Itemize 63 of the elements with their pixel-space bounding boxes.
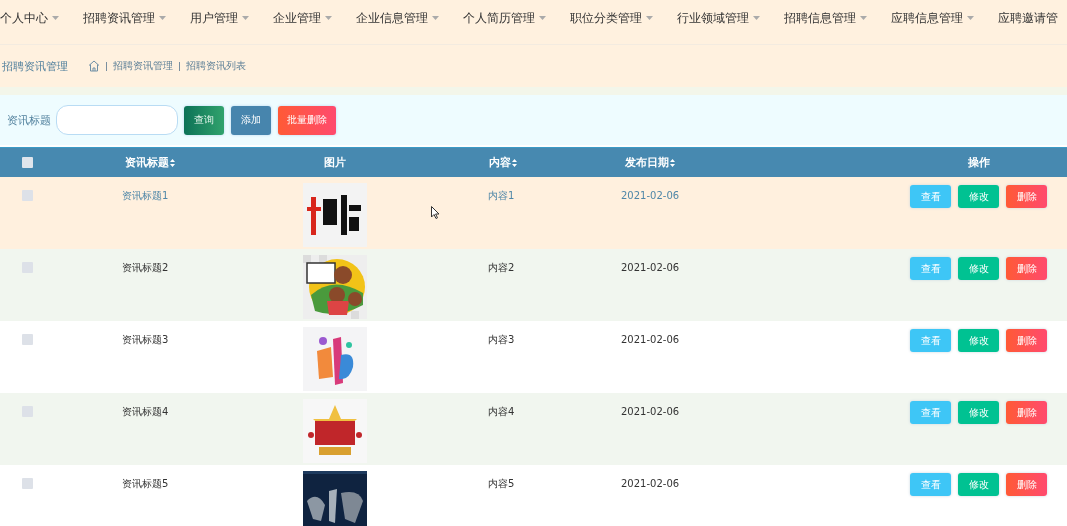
delete-button[interactable]: 删除	[1006, 473, 1047, 496]
table-cell: 内容4	[488, 406, 515, 417]
checkbox[interactable]	[22, 478, 33, 489]
edit-button[interactable]: 修改	[958, 329, 999, 352]
search-button[interactable]: 查询	[184, 105, 224, 135]
add-button[interactable]: 添加	[231, 105, 271, 135]
search-field[interactable]	[56, 105, 178, 135]
home-icon	[88, 60, 100, 72]
view-button[interactable]: 查看	[910, 329, 951, 352]
edit-button[interactable]: 修改	[958, 401, 999, 424]
edit-button[interactable]: 修改	[958, 257, 999, 280]
checkbox[interactable]	[22, 157, 33, 168]
sort-icon	[511, 158, 517, 167]
table-cell: 资讯标题5	[122, 478, 169, 489]
field-label: 资讯标题	[7, 112, 51, 128]
nav-menu-item[interactable]: 企业管理	[273, 10, 332, 26]
delete-button[interactable]: 删除	[1006, 329, 1047, 352]
nav-menu-item[interactable]: 招聘信息管理	[784, 10, 867, 26]
checkbox[interactable]	[22, 190, 33, 201]
delete-button[interactable]: 删除	[1006, 401, 1047, 424]
column-header[interactable]: 发布日期	[625, 155, 675, 170]
checkbox[interactable]	[22, 334, 33, 345]
nav-menu-item[interactable]: 用户管理	[190, 10, 249, 26]
edit-button[interactable]: 修改	[958, 185, 999, 208]
view-button[interactable]: 查看	[910, 401, 951, 424]
table-cell: 资讯标题2	[122, 262, 169, 273]
table-cell: 内容1	[488, 190, 515, 201]
breadcrumb-link[interactable]: 招聘资讯管理	[113, 59, 173, 73]
sort-icon	[670, 158, 675, 167]
batch-delete-button[interactable]: 批量删除	[278, 105, 336, 135]
column-header: 操作	[967, 155, 990, 170]
table-cell: 2021-02-06	[621, 478, 680, 489]
nav-menu-item[interactable]: 企业信息管理	[356, 10, 439, 26]
nav-menu-item[interactable]: 招聘资讯管理	[83, 10, 166, 26]
breadcrumb-link[interactable]: 招聘资讯列表	[186, 59, 246, 73]
column-header[interactable]: 内容	[488, 155, 517, 170]
nav-menu-item[interactable]: 应聘信息管理	[891, 10, 974, 26]
page-title: 招聘资讯管理	[2, 58, 68, 74]
table-cell: 资讯标题3	[122, 334, 169, 345]
view-button[interactable]: 查看	[910, 185, 951, 208]
table-cell: 2021-02-06	[621, 334, 680, 345]
sort-icon	[170, 158, 175, 167]
nav-menu-item[interactable]: 个人简历管理	[463, 10, 546, 26]
view-button[interactable]: 查看	[910, 473, 951, 496]
table-cell: 资讯标题4	[122, 406, 169, 417]
view-button[interactable]: 查看	[910, 257, 951, 280]
delete-button[interactable]: 删除	[1006, 257, 1047, 280]
table-cell: 2021-02-06	[621, 190, 680, 201]
cursor-icon	[431, 206, 440, 219]
edit-button[interactable]: 修改	[958, 473, 999, 496]
table-cell: 内容5	[488, 478, 515, 489]
nav-menu-item[interactable]: 应聘邀请管	[998, 10, 1058, 26]
column-header[interactable]: 资讯标题	[125, 155, 175, 170]
table-cell: 2021-02-06	[621, 262, 680, 273]
nav-menu-item[interactable]: 行业领域管理	[677, 10, 760, 26]
table-cell: 2021-02-06	[621, 406, 680, 417]
nav-menu-item[interactable]: 职位分类管理	[570, 10, 653, 26]
delete-button[interactable]: 删除	[1006, 185, 1047, 208]
table-cell: 内容2	[488, 262, 515, 273]
table-cell: 内容3	[488, 334, 515, 345]
column-header: 图片	[324, 155, 346, 170]
nav-menu-item[interactable]: 个人中心	[0, 10, 59, 26]
table-cell: 资讯标题1	[122, 190, 169, 201]
